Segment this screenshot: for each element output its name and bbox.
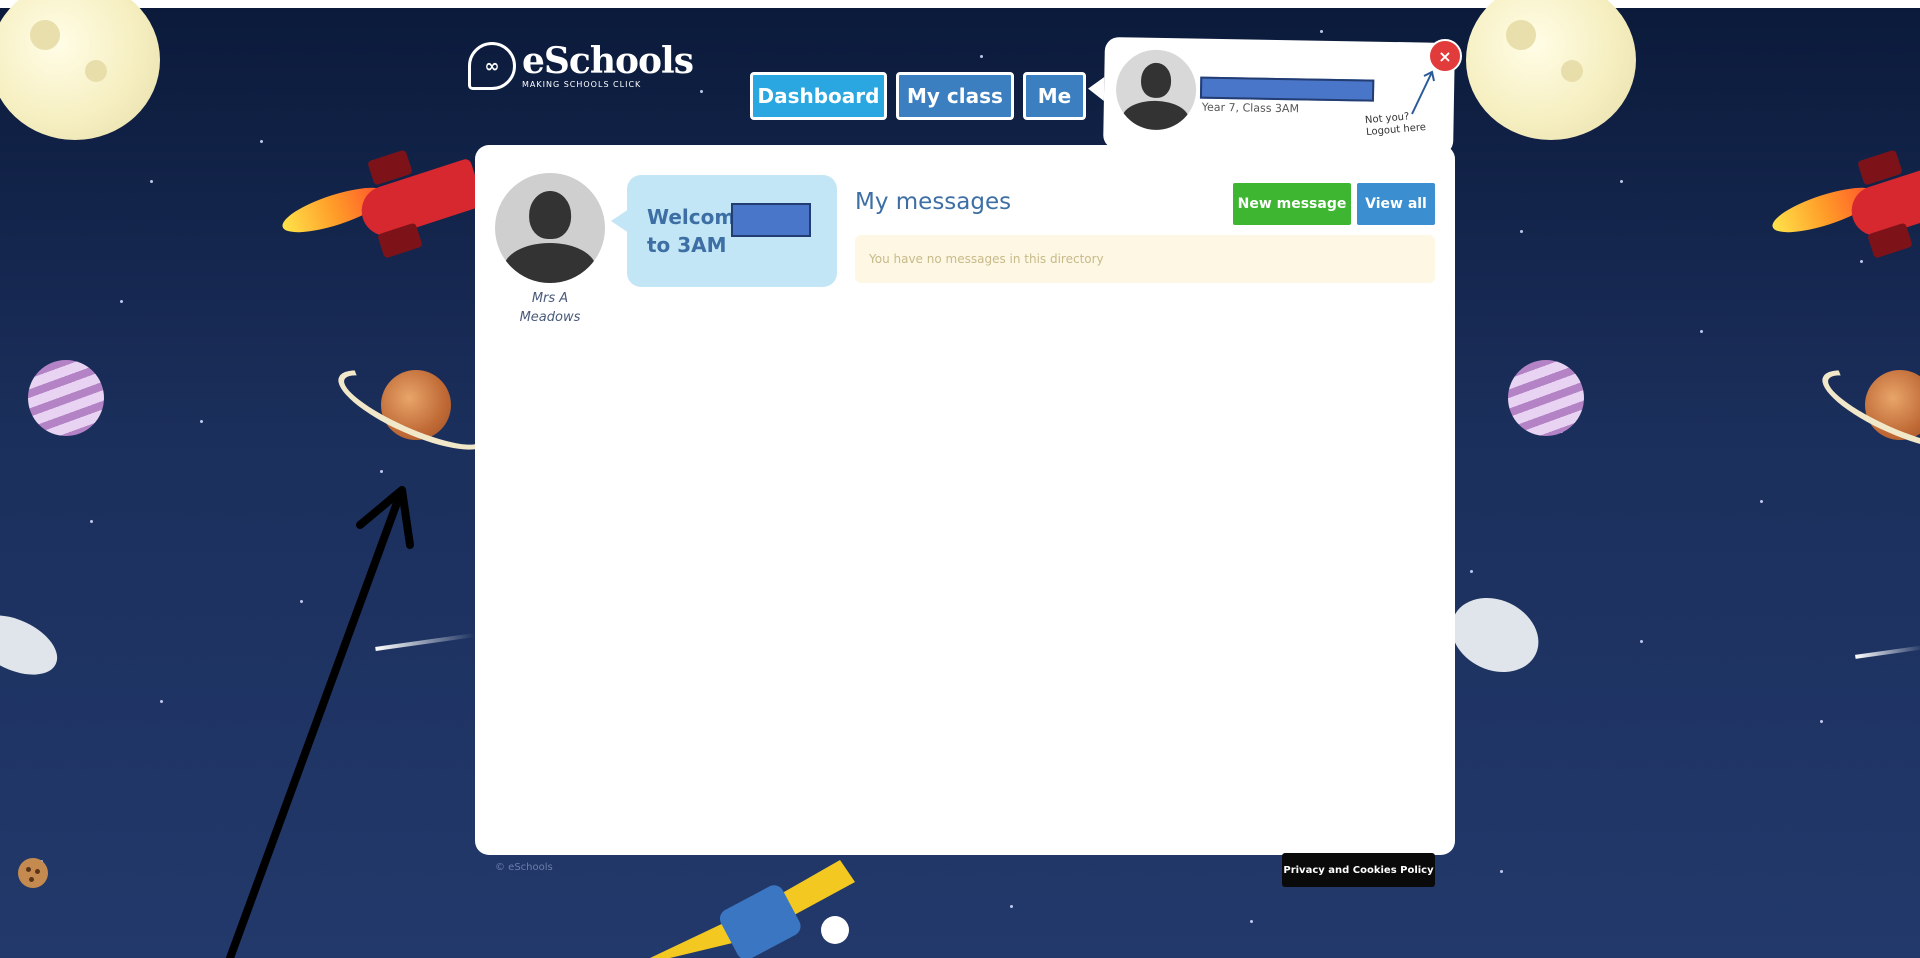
close-icon[interactable]: × bbox=[1428, 39, 1462, 73]
messages-empty-notice: You have no messages in this directory bbox=[855, 235, 1435, 283]
moon-left bbox=[0, 0, 160, 140]
ufo-left bbox=[0, 603, 67, 687]
messages-title: My messages bbox=[855, 189, 1012, 215]
user-class-label: Year 7, Class 3AM bbox=[1201, 100, 1300, 116]
privacy-policy-button[interactable]: Privacy and Cookies Policy bbox=[1282, 853, 1435, 887]
striped-planet-left bbox=[28, 360, 104, 436]
teacher-name-line2: Meadows bbox=[519, 310, 581, 325]
redacted-student-name bbox=[731, 203, 811, 237]
copyright-text: © eSchools bbox=[495, 862, 553, 873]
teacher-name-line1: Mrs A bbox=[531, 291, 569, 306]
user-avatar bbox=[1115, 49, 1197, 131]
ringed-planet-left bbox=[329, 350, 497, 465]
welcome-bubble: Welcome to 3AM bbox=[611, 175, 837, 287]
moon-right bbox=[1466, 0, 1636, 140]
view-all-button[interactable]: View all bbox=[1357, 183, 1435, 225]
new-message-button[interactable]: New message bbox=[1233, 183, 1351, 225]
logo-name: eSchools bbox=[522, 39, 694, 82]
logo-icon: ∞ bbox=[468, 42, 516, 90]
teacher-avatar bbox=[495, 173, 605, 283]
nav-me-button[interactable]: Me bbox=[1023, 72, 1086, 120]
satellite-decoration bbox=[650, 860, 855, 958]
striped-planet-right bbox=[1508, 360, 1584, 436]
ringed-planet-right bbox=[1813, 350, 1920, 465]
nav-my-class-button[interactable]: My class bbox=[896, 72, 1014, 120]
user-popup: Year 7, Class 3AM Not you? Logout here bbox=[1103, 36, 1455, 156]
redacted-username bbox=[1199, 76, 1375, 102]
dashboard-card: Mrs A Meadows Welcome to 3AM My messages… bbox=[475, 145, 1455, 855]
rocket-right bbox=[1760, 149, 1920, 270]
comet-left bbox=[375, 633, 475, 651]
eschools-logo[interactable]: ∞ eSchools MAKING SCHOOLS CLICK bbox=[468, 39, 694, 90]
teacher-name: Mrs A Meadows bbox=[495, 289, 605, 327]
ufo-right bbox=[1439, 584, 1551, 686]
cookie-icon bbox=[18, 858, 48, 888]
rocket-left bbox=[270, 149, 485, 270]
logout-arrow-icon bbox=[1411, 70, 1435, 115]
comet-right bbox=[1855, 645, 1920, 659]
nav-dashboard-button[interactable]: Dashboard bbox=[750, 72, 887, 120]
top-edge bbox=[0, 0, 1920, 8]
